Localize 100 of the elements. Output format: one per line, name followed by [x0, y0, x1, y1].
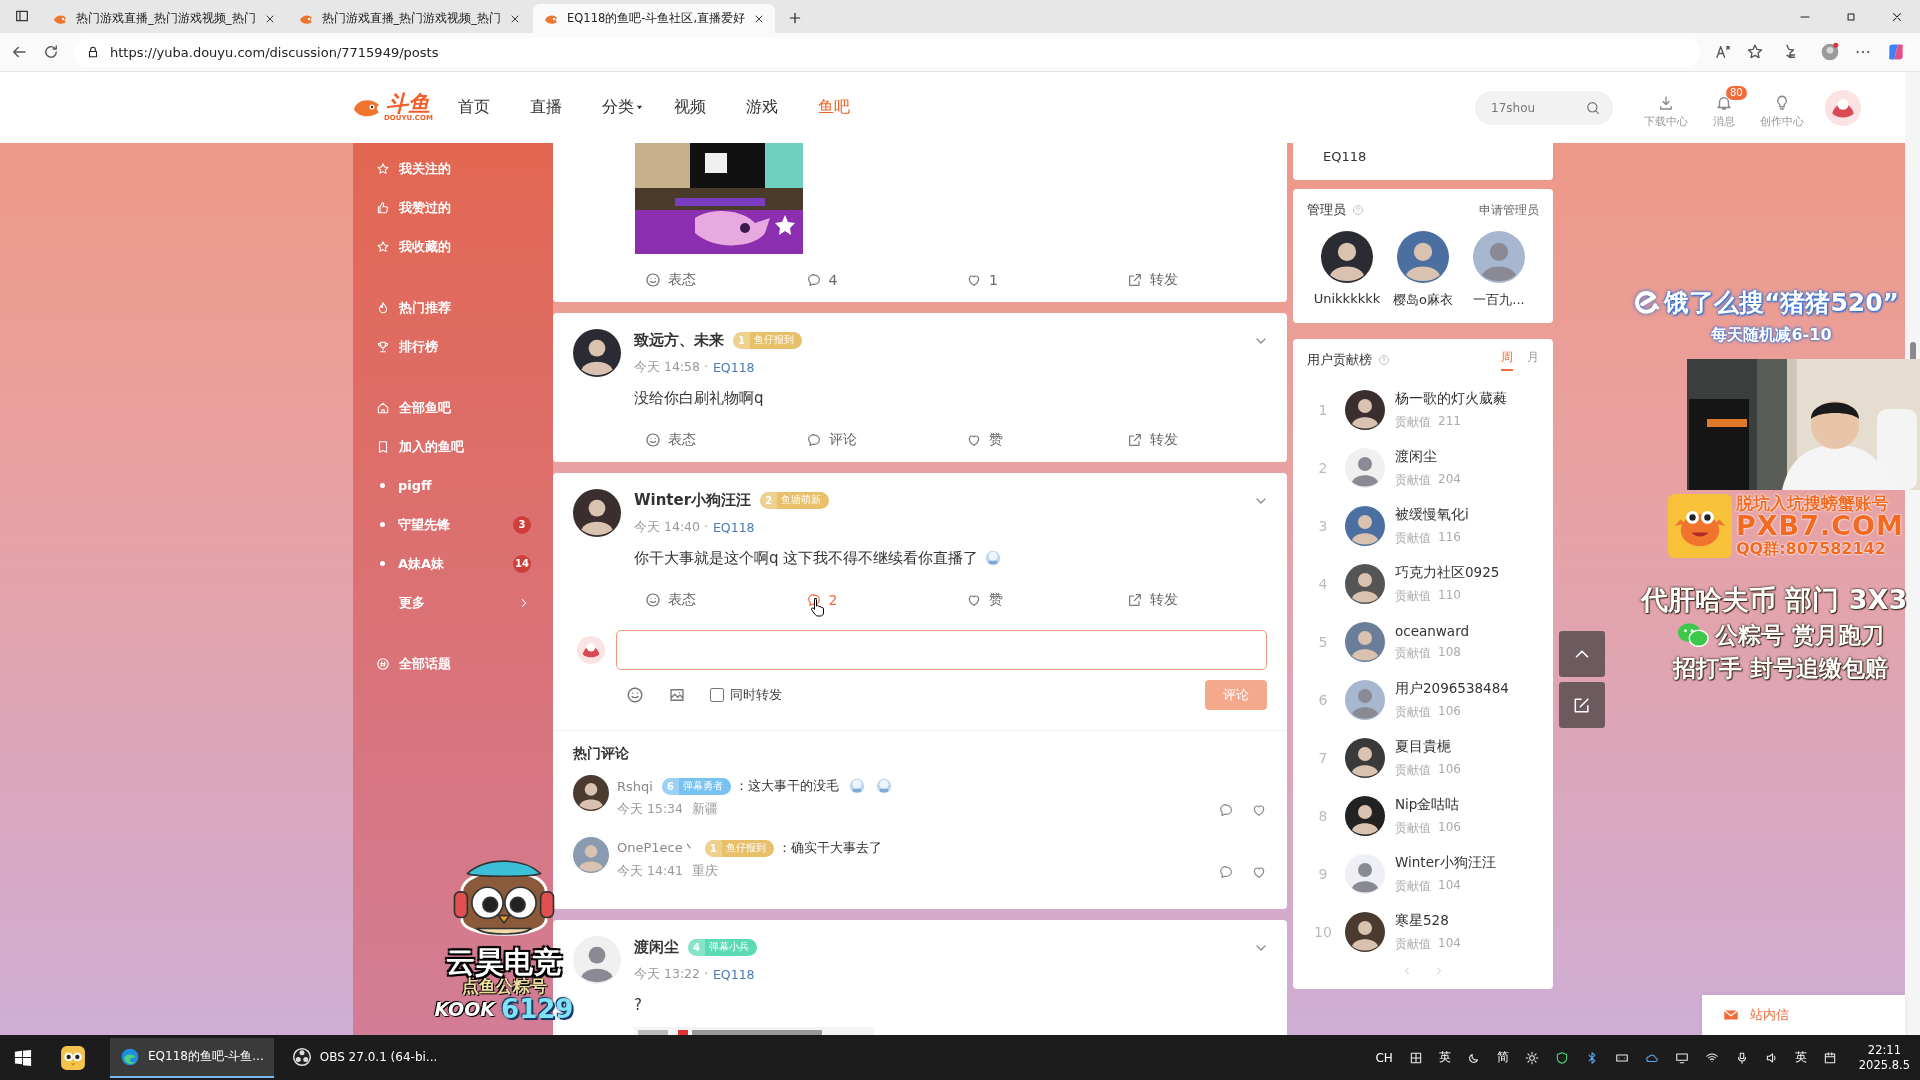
user-name[interactable]: oceanward: [1395, 622, 1469, 639]
nav-link[interactable]: 鱼吧: [818, 97, 890, 118]
sidebar-item[interactable]: 排行榜: [353, 327, 553, 366]
read-aloud-icon[interactable]: [1714, 43, 1732, 61]
score-label: 贡献值: [1395, 644, 1431, 662]
share-button[interactable]: 转发: [1126, 431, 1287, 449]
author-name[interactable]: Winter小狗汪汪: [634, 490, 752, 510]
nav-link[interactable]: 视频: [674, 97, 746, 118]
search-field[interactable]: 17shou: [1475, 90, 1613, 125]
restore-icon[interactable]: [1844, 10, 1858, 24]
like-button[interactable]: 赞: [966, 591, 1127, 609]
author-name[interactable]: 渡闲尘: [634, 937, 679, 957]
comment-button[interactable]: 4: [805, 272, 966, 288]
new-post-button[interactable]: [1559, 682, 1605, 728]
settings-icon[interactable]: [1524, 1050, 1539, 1065]
clock[interactable]: 22:11 2025.8.5: [1858, 1042, 1910, 1073]
keyboard-grid-icon[interactable]: [1408, 1050, 1423, 1065]
avatar[interactable]: [573, 489, 621, 537]
like-button[interactable]: 赞: [966, 431, 1127, 449]
notification-badge: 80: [1726, 86, 1747, 100]
level-number: 4: [688, 938, 705, 956]
browser-tab[interactable]: EQ118的鱼吧-斗鱼社区,直播爱好: [533, 4, 776, 33]
admin-name[interactable]: 一百九...: [1473, 291, 1525, 309]
taskbar-app[interactable]: OBS 27.0.1 (64-bi...: [281, 1037, 448, 1078]
repost-checkbox[interactable]: 同时转发: [710, 686, 782, 704]
avatar[interactable]: [1345, 390, 1385, 430]
react-button[interactable]: 表态: [645, 591, 806, 609]
profile-icon[interactable]: [1820, 42, 1840, 62]
user-name[interactable]: Nip金咕咕: [1395, 795, 1461, 814]
share-button[interactable]: 转发: [1126, 591, 1287, 609]
sidebar-item[interactable]: 我收藏的: [353, 227, 553, 266]
reply-icon[interactable]: [1218, 863, 1234, 880]
copilot-icon[interactable]: [1886, 42, 1906, 62]
user-name[interactable]: Winter小狗汪汪: [1395, 853, 1496, 872]
monitor-icon[interactable]: [1674, 1050, 1689, 1065]
avatar[interactable]: [1345, 796, 1385, 836]
browser-tab[interactable]: 热门游戏直播_热门游戏视频_热门: [42, 4, 286, 33]
apply-link[interactable]: 申请管理员: [1479, 201, 1539, 219]
calendar-icon[interactable]: [1822, 1050, 1837, 1065]
input-language[interactable]: CH: [1375, 1050, 1393, 1065]
react-button[interactable]: 表态: [645, 431, 806, 449]
star-icon[interactable]: [1746, 43, 1764, 61]
close-icon[interactable]: [1890, 10, 1904, 24]
user-name[interactable]: 杨一歌的灯火葳蕤: [1395, 389, 1507, 408]
address-bar[interactable]: https://yuba.douyu.com/discussion/7715949/posts: [74, 37, 1700, 67]
sidebar-item[interactable]: 我赞过的: [353, 188, 553, 227]
commenter-name[interactable]: OneP1ece丶: [617, 839, 696, 857]
input-mode[interactable]: 英: [1794, 1049, 1807, 1066]
avatar[interactable]: [1345, 912, 1385, 952]
input-mode[interactable]: 简: [1496, 1049, 1509, 1066]
input-mode[interactable]: 英: [1438, 1049, 1451, 1066]
admin-name[interactable]: 樱岛o麻衣: [1393, 291, 1453, 309]
user-name[interactable]: 寒星528: [1395, 911, 1461, 930]
user-name[interactable]: 夏目貴梔: [1395, 737, 1461, 756]
share-button[interactable]: 转发: [1126, 271, 1287, 289]
score-value: 104: [1438, 935, 1461, 952]
owl-app-icon[interactable]: [60, 1044, 86, 1071]
avatar[interactable]: [573, 329, 621, 377]
shield-icon[interactable]: [1554, 1050, 1569, 1065]
user-name[interactable]: 被缓慢氧化i: [1395, 505, 1469, 524]
sidebar-item[interactable]: 热门推荐: [353, 288, 553, 327]
admin-name[interactable]: Unikkkkkk: [1313, 291, 1381, 306]
badge-label: 弹幕勇者: [682, 779, 723, 793]
nav-link[interactable]: 直播: [530, 97, 602, 118]
nav-link[interactable]: 游戏: [746, 97, 818, 118]
commenter-name[interactable]: Rshqi: [617, 778, 653, 794]
comment-input[interactable]: [616, 630, 1267, 670]
ad-text: QQ群:807582142: [1736, 540, 1887, 558]
avatar[interactable]: [1345, 564, 1385, 604]
rank-number: 10: [1313, 924, 1333, 940]
user-name[interactable]: 巧克力社区0925: [1395, 563, 1500, 582]
search-icon[interactable]: [1585, 99, 1601, 116]
sidebar-item[interactable]: 守望先锋 3: [353, 505, 553, 544]
react-button[interactable]: 表态: [645, 271, 806, 289]
user-name[interactable]: 渡闲尘: [1395, 447, 1461, 466]
nav-link[interactable]: 首页: [458, 97, 530, 118]
refresh-icon[interactable]: [42, 43, 60, 61]
tab-actions-icon[interactable]: [14, 8, 30, 24]
speaker-icon[interactable]: [1764, 1050, 1779, 1065]
user-name[interactable]: 用户2096538484: [1395, 679, 1509, 698]
forum-link[interactable]: EQ118: [712, 966, 755, 982]
avatar[interactable]: [1345, 738, 1385, 778]
emoji-icon[interactable]: [626, 686, 644, 704]
like-button[interactable]: 1: [966, 272, 1127, 288]
avatar[interactable]: [573, 775, 609, 811]
avatar[interactable]: [1321, 231, 1373, 283]
rank-number: 2: [1317, 460, 1329, 476]
image-icon[interactable]: [668, 686, 686, 704]
comment-button[interactable]: 评论: [805, 431, 966, 449]
sidebar-item[interactable]: A妹A妹 14: [353, 544, 553, 583]
browser-tab[interactable]: 热门游戏直播_热门游戏视频_热门: [287, 4, 531, 33]
author-name[interactable]: 致远方、未来: [634, 330, 724, 350]
windows-start-icon[interactable]: [14, 1048, 32, 1067]
sidebar-item[interactable]: 我关注的: [353, 149, 553, 188]
forum-link[interactable]: EQ118: [712, 359, 755, 375]
nav-link[interactable]: 分类: [602, 97, 674, 118]
reply-icon[interactable]: [1218, 801, 1234, 818]
taskbar-app[interactable]: EQ118的鱼吧-斗鱼...: [110, 1037, 274, 1078]
forum-link[interactable]: EQ118: [712, 519, 755, 535]
sidebar-item[interactable]: 全部鱼吧: [353, 388, 553, 427]
